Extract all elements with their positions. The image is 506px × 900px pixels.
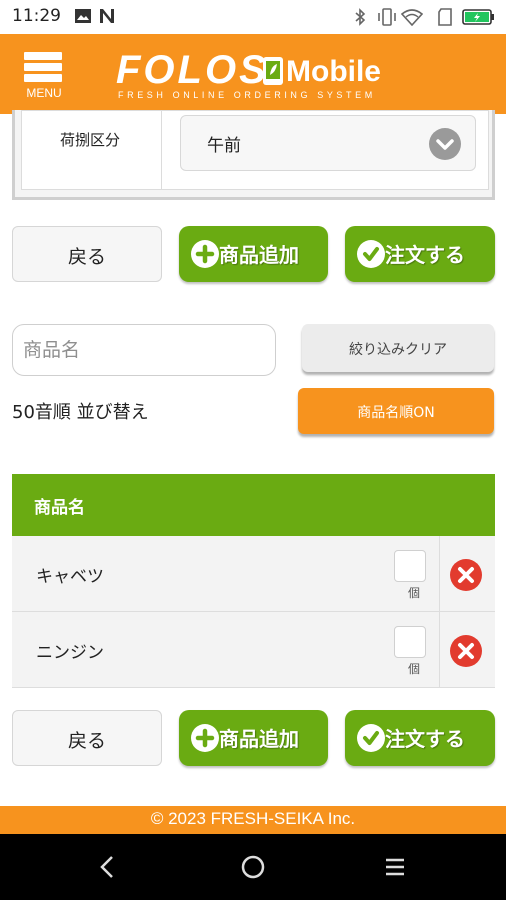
delete-icon[interactable]: [450, 635, 482, 667]
table-row: ニンジン 個: [12, 612, 495, 688]
nav-menu-icon[interactable]: [380, 852, 410, 882]
phone-logo-icon: [263, 57, 283, 85]
system-nav-bar: [0, 834, 506, 900]
n-icon: [100, 9, 114, 23]
chevron-down-icon: [429, 128, 461, 160]
table-row: キャベツ 個: [12, 536, 495, 612]
nav-home-icon[interactable]: [238, 852, 268, 882]
menu-icon-bar: [24, 74, 62, 82]
app-header: MENU FOLOS Mobile FRESH ONLINE ORDERING …: [0, 34, 506, 114]
place-order-button-bottom[interactable]: 注文する: [345, 710, 495, 766]
table-header-label: 商品名: [34, 498, 85, 518]
back-button-label: 戻る: [67, 730, 106, 752]
battery-icon: [462, 9, 494, 25]
add-product-button-bottom[interactable]: 商品追加: [179, 710, 328, 766]
product-search-input[interactable]: [12, 324, 276, 376]
plus-icon: [191, 240, 219, 268]
image-icon: [75, 9, 91, 23]
delete-icon[interactable]: [450, 559, 482, 591]
delivery-label-cell: 荷捌区分: [22, 111, 162, 189]
wifi-icon: [401, 9, 423, 26]
sort-toggle-label: 商品名順ON: [357, 405, 435, 421]
place-order-button[interactable]: 注文する: [345, 226, 495, 282]
bluetooth-icon: [355, 8, 366, 26]
clear-filter-label: 絞り込みクリア: [349, 342, 447, 358]
app-logo: FOLOS Mobile FRESH ONLINE ORDERING SYSTE…: [116, 48, 406, 108]
unit-label: 個: [408, 586, 421, 600]
status-time: 11:29: [12, 6, 61, 26]
add-product-button[interactable]: 商品追加: [179, 226, 328, 282]
menu-label: MENU: [26, 86, 62, 100]
table-header: 商品名: [12, 474, 495, 536]
add-product-label: 商品追加: [219, 727, 299, 751]
logo-text: FOLOS: [116, 48, 269, 92]
footer: © 2023 FRESH-SEIKA Inc.: [0, 806, 506, 834]
logo-tagline: FRESH ONLINE ORDERING SYSTEM: [118, 90, 376, 100]
vibrate-icon: [378, 8, 396, 26]
back-button-bottom[interactable]: 戻る: [12, 710, 162, 766]
add-product-label: 商品追加: [219, 243, 299, 267]
product-name: ニンジン: [36, 643, 104, 663]
clear-filter-button[interactable]: 絞り込みクリア: [302, 324, 494, 372]
delivery-selected-value: 午前: [207, 136, 241, 156]
menu-icon-bar: [24, 63, 62, 71]
sort-label: 50音順 並び替え: [12, 402, 149, 423]
delivery-row: 荷捌区分 午前: [21, 110, 489, 190]
quantity-input[interactable]: [394, 550, 426, 582]
menu-button[interactable]: MENU: [22, 50, 66, 102]
row-divider: [439, 612, 440, 688]
plus-icon: [191, 724, 219, 752]
row-divider: [439, 536, 440, 612]
product-name: キャベツ: [36, 567, 104, 587]
delivery-select[interactable]: 午前: [180, 115, 476, 171]
back-button-label: 戻る: [67, 246, 106, 268]
copyright-text: © 2023 FRESH-SEIKA Inc.: [150, 809, 356, 828]
place-order-label: 注文する: [385, 243, 465, 267]
sim-icon: [438, 8, 452, 26]
unit-label: 個: [408, 662, 421, 676]
logo-suffix: Mobile: [286, 55, 381, 88]
place-order-label: 注文する: [385, 727, 465, 751]
check-icon: [357, 240, 385, 268]
sort-toggle-button[interactable]: 商品名順ON: [298, 388, 494, 434]
quantity-input[interactable]: [394, 626, 426, 658]
status-bar: 11:29: [0, 0, 506, 34]
back-button[interactable]: 戻る: [12, 226, 162, 282]
menu-icon: [24, 52, 62, 60]
delivery-panel: 荷捌区分 午前: [12, 110, 495, 200]
product-table: 商品名 キャベツ 個 ニンジン 個: [12, 474, 495, 688]
delivery-label: 荷捌区分: [60, 131, 121, 149]
nav-back-icon[interactable]: [92, 852, 122, 882]
check-icon: [357, 724, 385, 752]
